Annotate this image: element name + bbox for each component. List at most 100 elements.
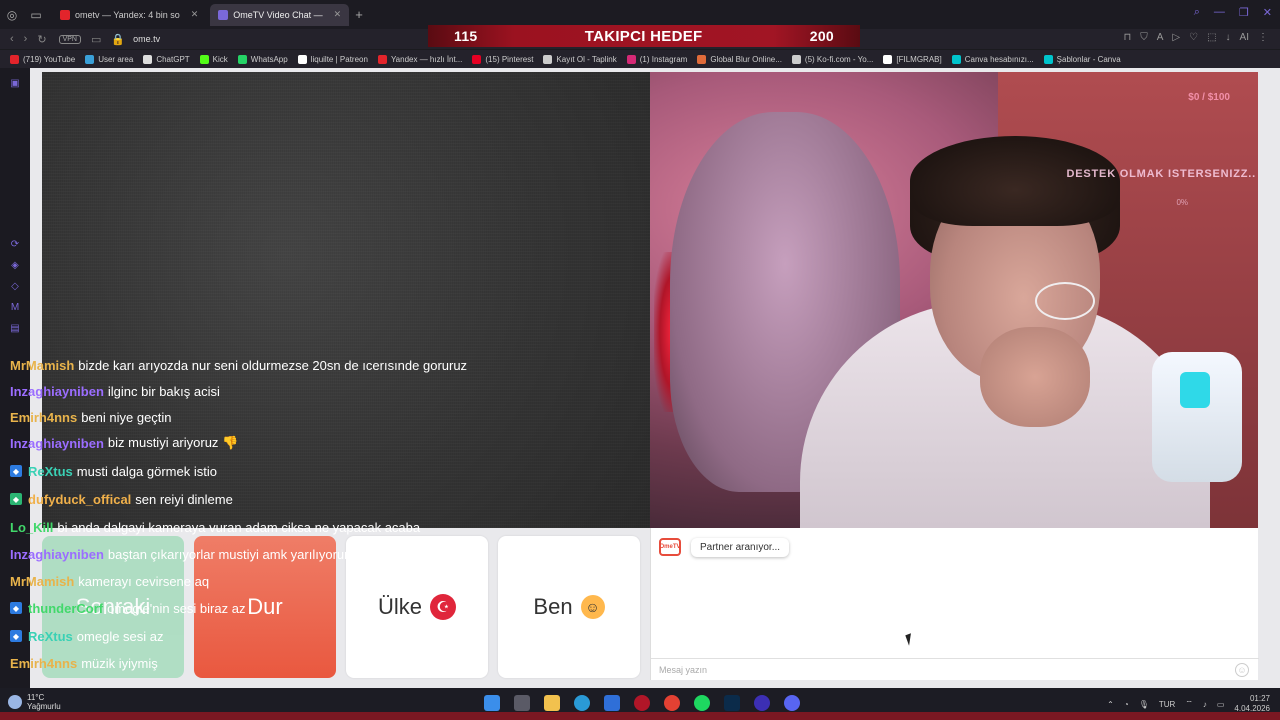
- photoshop-icon[interactable]: [724, 695, 740, 711]
- discord-icon[interactable]: [784, 695, 800, 711]
- bookmark-item[interactable]: [FILMGRAB]: [883, 54, 942, 64]
- bookmark-item[interactable]: Şablonlar - Canva: [1043, 54, 1121, 64]
- download-icon[interactable]: ↓: [1226, 32, 1231, 43]
- extensions-icon[interactable]: ⬚: [1207, 32, 1216, 43]
- vpn-badge[interactable]: VPN: [58, 34, 81, 44]
- chat-text: bizde karı arıyozda nur seni oldurmezse …: [78, 357, 468, 373]
- bookmark-item[interactable]: Kick: [199, 54, 228, 64]
- sidebar-twitch-icon[interactable]: ▤: [10, 323, 19, 334]
- bookmark-label: Global Blur Online...: [710, 54, 782, 64]
- browser-logo-icon[interactable]: ◎: [0, 5, 24, 25]
- bookmark-item[interactable]: WhatsApp: [237, 54, 288, 64]
- wifi-icon[interactable]: ⌔: [1185, 699, 1193, 709]
- bookmark-item[interactable]: Global Blur Online...: [697, 54, 782, 64]
- chat-text: omegle sesi az: [76, 628, 164, 644]
- glasses: [1035, 282, 1095, 320]
- back-icon[interactable]: ‹: [10, 33, 14, 45]
- bookmark-favicon-icon: [951, 54, 961, 64]
- shield-icon[interactable]: ⛉: [1140, 32, 1148, 43]
- new-tab-icon[interactable]: +: [355, 7, 363, 22]
- ometv-logo-icon: OmeTV: [659, 538, 681, 556]
- sidebar-m-icon[interactable]: M: [11, 302, 19, 313]
- close-icon[interactable]: ✕: [191, 9, 199, 20]
- url-field[interactable]: ome.tv: [133, 34, 160, 44]
- maximize-icon[interactable]: ❐: [1239, 6, 1249, 19]
- bookmark-favicon-icon: [377, 54, 387, 64]
- lang-indicator[interactable]: TUR: [1159, 700, 1175, 709]
- bookmark-item[interactable]: (15) Pinterest: [472, 54, 533, 64]
- screen: ◎ ▭ ometv — Yandex: 4 bin so ✕ OmeTV Vid…: [0, 0, 1280, 720]
- spotify-icon[interactable]: [694, 695, 710, 711]
- chat-text: omegle'nin sesi biraz az: [107, 600, 246, 616]
- volume-icon[interactable]: ♪: [1203, 700, 1207, 709]
- clock-time: 01:27: [1249, 694, 1270, 703]
- opera-icon[interactable]: [634, 695, 650, 711]
- chat-message: ◆ thunderCorf omegle'nin sesi biraz az: [10, 599, 245, 617]
- bookmark-label: (5) Ko-fi.com - Yo...: [804, 54, 874, 64]
- bookmark-item[interactable]: Canva hesabınızı...: [951, 54, 1034, 64]
- tab-yandex[interactable]: ometv — Yandex: 4 bin so ✕: [52, 4, 206, 26]
- chat-text: ilginc bir bakış acisi: [107, 383, 220, 399]
- menu-icon[interactable]: ⋮: [1258, 32, 1268, 43]
- mail-icon[interactable]: [604, 695, 620, 711]
- tab-ometv[interactable]: OmeTV Video Chat — ✕: [210, 3, 350, 26]
- pin-icon[interactable]: ⊓: [1123, 32, 1131, 43]
- battery-icon[interactable]: ▭: [1217, 700, 1225, 709]
- message-placeholder: Mesaj yazın: [659, 664, 708, 675]
- chat-username: dufyduck_offical: [28, 491, 132, 507]
- bookmark-item[interactable]: (719) YouTube: [10, 54, 75, 64]
- reload-icon[interactable]: ↻: [37, 33, 46, 46]
- chat-message: ◆ ReXtus musti dalga görmek istio: [10, 462, 217, 480]
- bookmark-label: Yandex — hızlı İnt...: [390, 54, 463, 64]
- chrome-icon[interactable]: [664, 695, 680, 711]
- bookmark-item[interactable]: (1) Instagram: [626, 54, 687, 64]
- mic-tray-icon[interactable]: 🎙: [1139, 700, 1149, 709]
- search-icon[interactable]: ⌕: [1194, 6, 1200, 19]
- chat-username: ReXtus: [28, 628, 73, 644]
- sidebar-cube-icon[interactable]: ◈: [11, 260, 19, 271]
- message-input[interactable]: Mesaj yazın ☺: [651, 658, 1259, 680]
- forward-icon[interactable]: ›: [24, 33, 28, 45]
- close-window-icon[interactable]: ✕: [1263, 6, 1272, 19]
- ai-icon[interactable]: AI: [1240, 32, 1249, 43]
- ometv-icon: [218, 9, 229, 20]
- bookmark-item[interactable]: Yandex — hızlı İnt...: [377, 54, 463, 64]
- chat-message: ◆ ReXtus omegle sesi az: [10, 627, 164, 645]
- chat-message: MrMamish bizde karı arıyozda nur seni old…: [10, 356, 467, 374]
- tab-manager-icon[interactable]: ▭: [24, 5, 48, 25]
- chat-username: MrMamish: [10, 573, 75, 589]
- close-icon[interactable]: ✕: [334, 9, 342, 20]
- task-view-icon[interactable]: [514, 695, 530, 711]
- chat-username: ReXtus: [28, 463, 73, 479]
- chat-text: biz mustiyi ariyoruz 👎: [107, 435, 239, 450]
- heart-icon[interactable]: ♡: [1189, 32, 1198, 43]
- minimize-icon[interactable]: —: [1214, 6, 1225, 19]
- edge-icon[interactable]: [574, 695, 590, 711]
- bookmark-item[interactable]: ChatGPT: [143, 54, 190, 64]
- weather-widget[interactable]: 11°C Yağmurlu: [8, 693, 61, 711]
- chevron-up-icon[interactable]: ⌃: [1107, 700, 1114, 709]
- twitch-icon[interactable]: ▣: [10, 78, 19, 89]
- sidebar-box-icon[interactable]: ◇: [11, 281, 19, 292]
- weather-desc: Yağmurlu: [27, 702, 61, 711]
- chat-text: kamerayı cevirsene aq: [78, 573, 210, 589]
- bookmark-item[interactable]: Kayıt Ol - Taplink: [543, 54, 617, 64]
- mic-light: [1180, 372, 1210, 408]
- bookmark-item[interactable]: liquilte | Patreon: [297, 54, 368, 64]
- clock[interactable]: 01:27 4.04.2026: [1234, 694, 1270, 714]
- bookmark-item[interactable]: (5) Ko-fi.com - Yo...: [791, 54, 874, 64]
- chat-text: baştan çıkarıyorlar mustiyi amk yarılıyo…: [107, 546, 355, 562]
- network-icon[interactable]: ◔: [1124, 700, 1129, 709]
- translate-icon[interactable]: A: [1157, 32, 1164, 43]
- obs-icon[interactable]: [754, 695, 770, 711]
- play-icon[interactable]: ▷: [1172, 32, 1180, 43]
- camera-icon[interactable]: ▭: [91, 33, 101, 46]
- emoji-icon[interactable]: ☺: [1235, 663, 1249, 677]
- bookmark-favicon-icon: [297, 54, 307, 64]
- bookmark-label: [FILMGRAB]: [896, 54, 942, 64]
- file-explorer-icon[interactable]: [544, 695, 560, 711]
- lock-icon[interactable]: 🔒: [111, 33, 125, 46]
- bookmark-item[interactable]: User area: [85, 54, 133, 64]
- sidebar-refresh-icon[interactable]: ⟳: [11, 239, 19, 250]
- start-icon[interactable]: [484, 695, 500, 711]
